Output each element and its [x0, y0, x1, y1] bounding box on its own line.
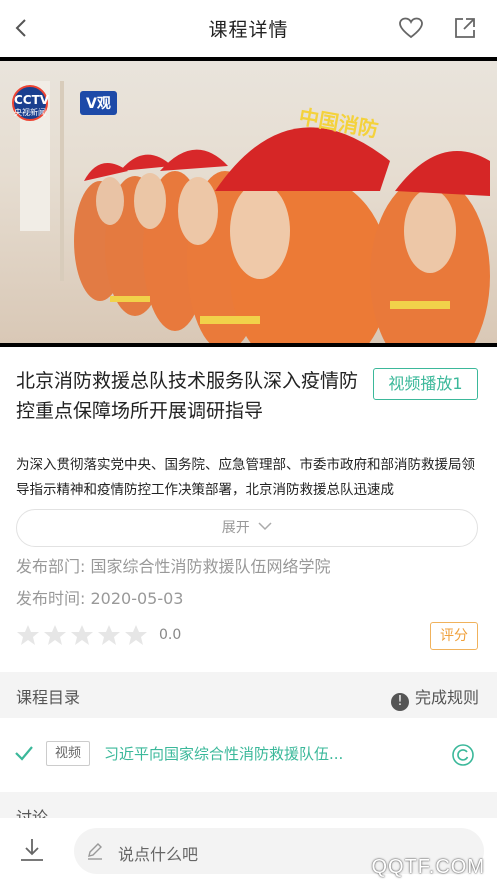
pencil-icon: [88, 843, 102, 860]
video-frame: 中国消防 CCTV 央视新闻 V观: [0, 61, 497, 343]
chevron-down-icon: [258, 522, 272, 531]
channel-logo-text: CCTV: [14, 93, 50, 107]
lesson-type-tag: 视频: [46, 741, 90, 766]
channel-logo: CCTV 央视新闻 V观: [12, 85, 122, 121]
course-title: 北京消防救援总队技术服务队深入疫情防控重点保障场所开展调研指导: [16, 370, 359, 422]
completion-rule-label: 完成规则: [414, 688, 479, 707]
rating-stars: [16, 624, 151, 648]
rate-button[interactable]: 评分: [430, 622, 478, 650]
rating-score: 0.0: [159, 627, 182, 643]
lesson-title: 习近平向国家综合性消防救援队伍...: [104, 745, 344, 763]
star-icon: [17, 625, 39, 645]
channel-sub: 央视新闻: [14, 108, 46, 117]
download-icon[interactable]: [18, 836, 46, 864]
heart-icon[interactable]: [398, 16, 424, 40]
channel-badge: V观: [80, 91, 117, 115]
watermark: QQTF.COM: [371, 856, 485, 878]
header-bar: 课程详情: [0, 0, 497, 57]
description-fade: [0, 496, 497, 510]
completion-rule-button[interactable]: ! 完成规则: [390, 684, 479, 711]
star-icon: [71, 625, 93, 645]
check-icon: [15, 746, 33, 761]
share-icon[interactable]: [452, 15, 478, 41]
expand-label: 展开: [221, 520, 250, 536]
publish-time: 发布时间: 2020-05-03: [16, 589, 184, 608]
course-detail-page: 课程详情 中国消防 CCTV 央视新闻 V观 北京消防救援总队技术服务队深入疫情…: [0, 0, 497, 883]
video-play-badge: 视频播放1: [373, 368, 478, 400]
lesson-item[interactable]: 视频 习近平向国家综合性消防救援队伍...: [0, 720, 497, 792]
progress-circle-icon: [452, 744, 474, 766]
catalog-label: 课程目录: [16, 688, 81, 707]
publish-department: 发布部门: 国家综合性消防救援队伍网络学院: [16, 557, 331, 576]
star-icon: [98, 625, 120, 645]
info-icon: !: [390, 693, 409, 711]
catalog-header: 课程目录 ! 完成规则: [0, 672, 497, 718]
bottom-bar: 说点什么吧 QQTF.COM: [0, 818, 497, 883]
video-player[interactable]: 中国消防 CCTV 央视新闻 V观: [0, 57, 497, 347]
star-icon: [125, 625, 147, 645]
expand-button[interactable]: 展开: [16, 509, 478, 547]
comment-placeholder: 说点什么吧: [118, 845, 199, 864]
star-icon: [44, 625, 66, 645]
